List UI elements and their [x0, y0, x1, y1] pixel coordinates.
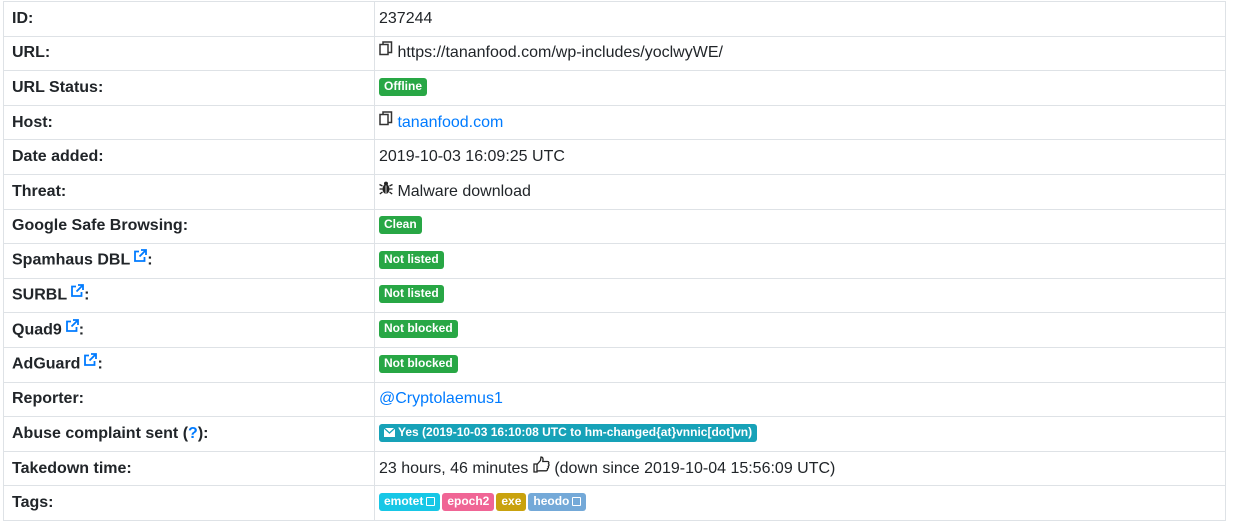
- tag-heodo[interactable]: heodo: [528, 492, 587, 511]
- row-label: URL:: [3, 35, 375, 72]
- row-url: URL: https://tananfood.com/wp-includes/y…: [3, 35, 1226, 72]
- row-label: Reporter:: [3, 381, 375, 418]
- bug-icon: [379, 180, 393, 200]
- row-label: URL Status:: [3, 70, 375, 106]
- tag-emotet[interactable]: emotet: [379, 492, 441, 511]
- row-label: Spamhaus DBL:: [3, 243, 375, 279]
- row-label: Abuse complaint sent (?):: [3, 416, 375, 452]
- row-tags: Tags: emotet epoch2 exe heodo: [3, 485, 1226, 521]
- external-link-icon[interactable]: [133, 249, 148, 268]
- external-link-icon[interactable]: [83, 353, 98, 372]
- tag-exe[interactable]: exe: [496, 492, 527, 511]
- takedown-since: (down since 2019-10-04 15:56:09 UTC): [554, 459, 836, 477]
- row-quad9: Quad9: Not blocked: [3, 312, 1226, 348]
- row-url-status: URL Status: Offline: [3, 70, 1226, 106]
- date-added-value: 2019-10-03 16:09:25 UTC: [374, 139, 1226, 175]
- row-adguard: AdGuard: Not blocked: [3, 346, 1226, 383]
- tags-cell: emotet epoch2 exe heodo: [374, 485, 1226, 521]
- external-link-icon: [572, 496, 582, 506]
- url-details-table: ID: 237244 URL: https://tananfood.com/wp…: [3, 1, 1226, 521]
- takedown-duration: 23 hours, 46 minutes: [379, 459, 529, 477]
- row-label: Takedown time:: [3, 450, 375, 487]
- url-value: https://tananfood.com/wp-includes/yoclwy…: [397, 44, 723, 62]
- row-host: Host: tananfood.com: [3, 104, 1226, 141]
- external-link-icon[interactable]: [70, 284, 85, 303]
- status-badge: Offline: [379, 77, 427, 96]
- status-badge: Not listed: [379, 250, 444, 269]
- external-link-icon: [426, 496, 436, 506]
- row-google-safe-browsing: Google Safe Browsing: Clean: [3, 208, 1226, 245]
- row-label: AdGuard:: [3, 346, 375, 383]
- row-reporter: Reporter: @Cryptolaemus1: [3, 381, 1226, 418]
- status-badge: Clean: [379, 216, 422, 235]
- row-surbl: SURBL: Not listed: [3, 277, 1226, 314]
- tag-epoch2[interactable]: epoch2: [442, 492, 495, 511]
- row-label: Date added:: [3, 139, 375, 175]
- row-id: ID: 237244: [3, 1, 1226, 37]
- row-date-added: Date added: 2019-10-03 16:09:25 UTC: [3, 139, 1226, 175]
- row-takedown-time: Takedown time: 23 hours, 46 minutes (dow…: [3, 450, 1226, 487]
- envelope-icon: [383, 425, 398, 439]
- status-badge: Not blocked: [379, 320, 458, 339]
- thumbs-up-icon: [533, 455, 550, 478]
- row-label: Google Safe Browsing:: [3, 208, 375, 245]
- row-label: ID:: [3, 1, 375, 37]
- row-label: SURBL:: [3, 277, 375, 314]
- status-badge: Not blocked: [379, 354, 458, 373]
- reporter-link[interactable]: @Cryptolaemus1: [379, 390, 503, 407]
- row-abuse-complaint: Abuse complaint sent (?): Yes (2019-10-0…: [3, 416, 1226, 452]
- row-label: Quad9:: [3, 312, 375, 348]
- host-link[interactable]: tananfood.com: [397, 114, 503, 131]
- copy-icon[interactable]: [379, 41, 393, 61]
- abuse-complaint-badge: Yes (2019-10-03 16:10:08 UTC to hm-chang…: [379, 423, 758, 442]
- copy-icon[interactable]: [379, 110, 393, 131]
- row-threat: Threat: Malware download: [3, 173, 1226, 210]
- help-link[interactable]: ?: [188, 425, 198, 442]
- row-label: Tags:: [3, 485, 375, 521]
- row-label: Host:: [3, 104, 375, 141]
- id-value: 237244: [374, 1, 1226, 37]
- url-cell: https://tananfood.com/wp-includes/yoclwy…: [374, 35, 1226, 72]
- row-spamhaus-dbl: Spamhaus DBL: Not listed: [3, 243, 1226, 279]
- row-label: Threat:: [3, 173, 375, 210]
- status-badge: Not listed: [379, 285, 444, 304]
- external-link-icon[interactable]: [65, 318, 79, 338]
- threat-value: Malware download: [397, 183, 531, 200]
